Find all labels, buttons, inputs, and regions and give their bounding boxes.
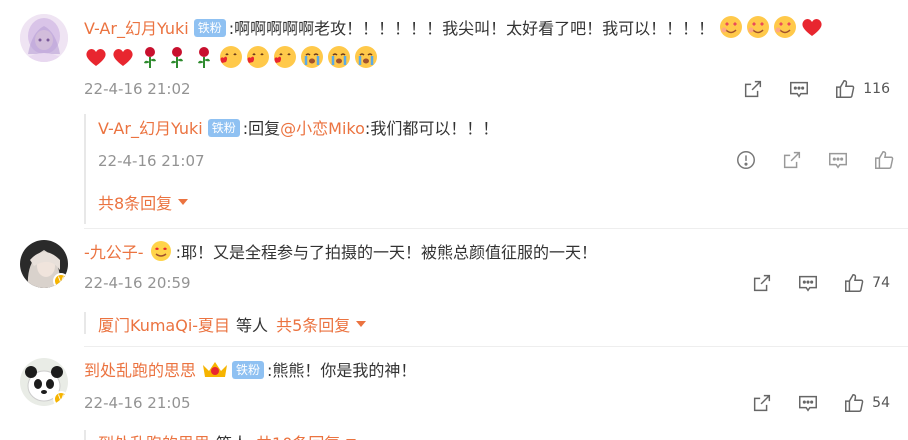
comment-3: V 到处乱跑的思思 铁粉:熊熊！你是我的神！ 22-4-16 21:05 54 到…: [0, 346, 908, 440]
more-replies-link[interactable]: 共8条回复: [98, 190, 189, 214]
verified-badge-icon: V: [53, 391, 68, 406]
comment-text: :熊熊！你是我的神！: [267, 361, 417, 380]
vip-badge-icon: [149, 239, 173, 263]
like-count: 116: [863, 81, 890, 97]
rose-icon: [165, 45, 189, 69]
reply-user-link[interactable]: 厦门KumaQi-夏目: [98, 312, 230, 336]
comment-time: 22-4-16 21:02: [84, 80, 191, 98]
more-mid-text: 等人: [216, 430, 248, 440]
love-face-icon: [246, 45, 270, 69]
comment-icon[interactable]: [826, 148, 850, 172]
username-link[interactable]: 到处乱跑的思思: [84, 361, 196, 380]
comment-icon[interactable]: [796, 271, 820, 295]
heart-icon: [800, 15, 824, 39]
heart-icon: [84, 45, 108, 69]
crying-face-icon: [354, 45, 378, 69]
more-replies-link[interactable]: 到处乱跑的思思等人共10条回复: [98, 430, 357, 440]
rose-icon: [138, 45, 162, 69]
emoji-heart-eyes-icon: [773, 15, 797, 39]
share-icon[interactable]: [780, 148, 804, 172]
rose-icon: [192, 45, 216, 69]
more-replies-text: 共8条回复: [98, 194, 173, 213]
crying-face-icon: [300, 45, 324, 69]
username-link[interactable]: -九公子-: [84, 243, 144, 262]
comment-icon[interactable]: [796, 391, 820, 415]
comment-text: :啊啊啊啊啊老攻！！！！！！我尖叫！太好看了吧！我可以！！！！: [228, 19, 715, 38]
comment-time: 22-4-16 20:59: [84, 274, 191, 292]
comment-content: -九公子- :耶！又是全程参与了拍摄的一天！被熊总颜值征服的一天！: [84, 238, 597, 268]
more-replies-link[interactable]: 厦门KumaQi-夏目 等人 共5条回复: [98, 312, 367, 336]
comment-text: :耶！又是全程参与了拍摄的一天！被熊总颜值征服的一天！: [175, 243, 597, 262]
emoji-heart-eyes-icon: [746, 15, 770, 39]
report-icon[interactable]: [734, 148, 758, 172]
more-replies-text: 共10条回复: [256, 430, 340, 440]
avatar[interactable]: [20, 14, 68, 62]
chevron-down-icon: [178, 199, 189, 205]
share-icon[interactable]: [741, 77, 765, 101]
comment-1: V-Ar_幻月Yuki 铁粉:啊啊啊啊啊老攻！！！！！！我尖叫！太好看了吧！我可以…: [0, 0, 908, 230]
comment-content: 到处乱跑的思思 铁粉:熊熊！你是我的神！: [84, 356, 416, 386]
love-face-icon: [219, 45, 243, 69]
comment-actions: 116: [719, 77, 890, 101]
more-mid-text: 等人: [236, 316, 269, 335]
verified-badge-icon: V: [53, 273, 68, 288]
crying-face-icon: [327, 45, 351, 69]
fan-badge: 铁粉: [207, 119, 240, 137]
comment-icon[interactable]: [787, 77, 811, 101]
comment-actions: 54: [728, 391, 890, 415]
reply-thread: 厦门KumaQi-夏目 等人 共5条回复: [84, 312, 894, 336]
avatar[interactable]: V: [20, 240, 68, 288]
reply-text: :我们都可以！！！: [364, 119, 499, 138]
share-icon[interactable]: [750, 271, 774, 295]
comment-content: V-Ar_幻月Yuki 铁粉:啊啊啊啊啊老攻！！！！！！我尖叫！太好看了吧！我可以…: [84, 14, 894, 74]
emoji-heart-eyes-icon: [719, 15, 743, 39]
chevron-down-icon: [356, 321, 367, 327]
avatar[interactable]: V: [20, 358, 68, 406]
like-count: 74: [872, 275, 890, 291]
reply-content: V-Ar_幻月Yuki 铁粉:回复@小恋Miko:我们都可以！！！: [98, 114, 498, 144]
like-icon[interactable]: [842, 271, 866, 295]
like-count: 54: [872, 395, 890, 411]
vip-badge-icon: [201, 357, 229, 381]
mention-link[interactable]: @小恋Miko: [280, 119, 365, 138]
fan-badge: 铁粉: [232, 361, 265, 379]
reply-thread: 到处乱跑的思思等人共10条回复: [84, 430, 894, 440]
fan-badge: 铁粉: [193, 19, 226, 37]
comment-time: 22-4-16 21:05: [84, 394, 191, 412]
like-icon[interactable]: [872, 148, 896, 172]
love-face-icon: [273, 45, 297, 69]
reply-user-link[interactable]: 到处乱跑的思思: [98, 430, 210, 440]
reply-word: :回复: [242, 119, 281, 138]
reply-thread: V-Ar_幻月Yuki 铁粉:回复@小恋Miko:我们都可以！！！ 22-4-16…: [84, 114, 894, 224]
more-replies-text: 共5条回复: [276, 316, 351, 335]
comment-2: V -九公子- :耶！又是全程参与了拍摄的一天！被熊总颜值征服的一天！ 22-4-…: [0, 228, 908, 348]
like-icon[interactable]: [842, 391, 866, 415]
share-icon[interactable]: [750, 391, 774, 415]
reply-time: 22-4-16 21:07: [98, 152, 205, 170]
like-icon[interactable]: [833, 77, 857, 101]
heart-icon: [111, 45, 135, 69]
reply-username-link[interactable]: V-Ar_幻月Yuki: [98, 119, 203, 138]
username-link[interactable]: V-Ar_幻月Yuki: [84, 19, 189, 38]
comment-actions: 74: [728, 271, 890, 295]
reply-actions: [712, 148, 896, 172]
